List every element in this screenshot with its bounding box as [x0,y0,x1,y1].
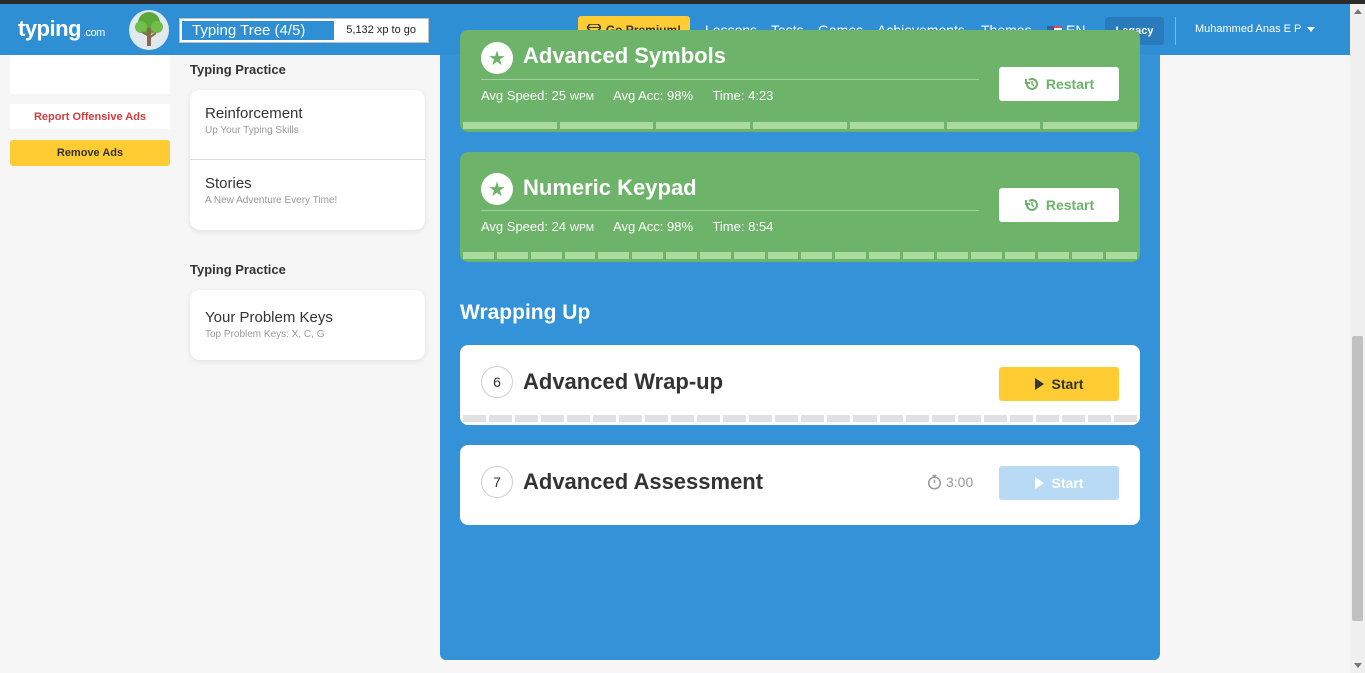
user-name: Muhammed Anas E P [1195,23,1302,35]
lesson-card-advanced-symbols[interactable]: ★ Advanced Symbols Avg Speed: 25 WPM Avg… [460,30,1140,132]
wrapping-up-heading: Wrapping Up [460,301,591,324]
time-label: Time: [712,88,745,103]
avg-speed-value: 25 [551,88,567,103]
scroll-up-icon[interactable] [1354,9,1362,14]
header-divider [1175,17,1176,45]
lesson-timer: 3:00 [927,474,973,490]
tree-icon [135,12,163,46]
caret-down-icon [1307,26,1316,32]
level-name: Typing Tree (4/5) [192,22,306,39]
start-button[interactable]: Start [999,367,1119,401]
user-menu[interactable]: Muhammed Anas E P [1195,23,1316,35]
practice-item-subtitle: Up Your Typing Skills [205,125,299,136]
avg-speed-label: Avg Speed: [481,88,548,103]
lesson-number: 7 [481,466,513,498]
restart-button[interactable]: Restart [999,188,1119,222]
lesson-progress-segments [463,252,1137,259]
time-stat: Time: 4:23 [712,88,773,103]
practice-card: Reinforcement Up Your Typing Skills Stor… [190,90,425,230]
lesson-number: 6 [481,366,513,398]
typing-practice-heading-2: Typing Practice [190,262,286,277]
lesson-stats: Avg Speed: 24 WPM Avg Acc: 98% Time: 8:5… [481,219,789,234]
problem-keys-card: Your Problem Keys Top Problem Keys: X, C… [190,290,425,360]
practice-item-title: Reinforcement [205,105,303,122]
lessons-panel: ★ Advanced Symbols Avg Speed: 25 WPM Avg… [440,30,1160,660]
avg-acc-label: Avg Acc: [613,219,664,234]
avg-speed-value: 24 [551,219,567,234]
xp-progress-bar[interactable]: Typing Tree (4/5) 5,132 xp to go [179,18,429,43]
card-divider [190,159,425,160]
time-stat: Time: 8:54 [712,219,773,234]
lesson-title: Advanced Assessment [523,469,764,494]
remove-ads-button[interactable]: Remove Ads [10,140,170,166]
stopwatch-icon [927,474,942,490]
practice-item-title: Your Problem Keys [205,309,333,326]
practice-item-subtitle: A New Adventure Every Time! [205,195,338,206]
avg-speed-unit: WPM [569,92,595,103]
restart-label: Restart [1045,197,1095,213]
play-icon [1034,378,1044,390]
lesson-card-advanced-wrap-up[interactable]: 6 Advanced Wrap-up Start [460,345,1140,425]
avg-acc-stat: Avg Acc: 98% [613,88,693,103]
avg-speed-stat: Avg Speed: 25 WPM [481,88,594,103]
avg-speed-label: Avg Speed: [481,219,548,234]
report-offensive-ads-link[interactable]: Report Offensive Ads [10,104,170,129]
avg-acc-value: 98% [667,219,694,234]
lesson-card-numeric-keypad[interactable]: ★ Numeric Keypad Avg Speed: 24 WPM Avg A… [460,152,1140,262]
lesson-stats: Avg Speed: 25 WPM Avg Acc: 98% Time: 4:2… [481,88,789,103]
tree-avatar[interactable] [129,10,169,50]
typing-practice-heading: Typing Practice [190,62,286,77]
lesson-title: Numeric Keypad [523,175,697,200]
lesson-divider [481,79,979,80]
logo[interactable]: typing .com [18,16,105,42]
time-value: 4:23 [748,88,774,103]
practice-item-problem-keys[interactable]: Your Problem Keys Top Problem Keys: X, C… [190,309,425,340]
logo-suffix: .com [83,27,105,39]
avg-acc-stat: Avg Acc: 98% [613,219,693,234]
scrollbar-thumb[interactable] [1352,336,1363,621]
restart-label: Restart [1045,76,1095,92]
lesson-title: Advanced Symbols [523,43,726,68]
lesson-title: Advanced Wrap-up [523,369,724,394]
time-label: Time: [712,219,745,234]
practice-item-title: Stories [205,175,252,192]
restart-icon [1024,199,1038,211]
lesson-divider [481,210,979,211]
star-icon: ★ [481,42,513,74]
time-value: 8:54 [748,219,774,234]
ad-box [10,55,170,94]
scroll-down-icon[interactable] [1354,663,1362,668]
practice-item-reinforcement[interactable]: Reinforcement Up Your Typing Skills [190,105,425,136]
play-icon [1034,477,1044,489]
restart-icon [1024,78,1038,90]
timer-value: 3:00 [946,474,974,490]
lesson-progress-segments [463,122,1138,129]
avg-speed-unit: WPM [569,223,595,234]
logo-text: typing [18,16,82,41]
star-icon: ★ [481,173,513,205]
avg-speed-stat: Avg Speed: 24 WPM [481,219,594,234]
lesson-progress-segments [463,415,1137,422]
restart-button[interactable]: Restart [999,67,1119,101]
avg-acc-label: Avg Acc: [613,88,664,103]
lesson-card-advanced-assessment[interactable]: 7 Advanced Assessment 3:00 Start [460,445,1140,525]
avg-acc-value: 98% [667,88,694,103]
start-label: Start [1051,475,1084,491]
xp-to-go: 5,132 xp to go [346,24,416,36]
start-label: Start [1051,376,1084,392]
page-scrollbar[interactable] [1350,4,1365,673]
start-button-disabled[interactable]: Start [999,466,1119,500]
practice-item-subtitle: Top Problem Keys: X, C, G [205,329,325,340]
practice-item-stories[interactable]: Stories A New Adventure Every Time! [190,175,425,206]
